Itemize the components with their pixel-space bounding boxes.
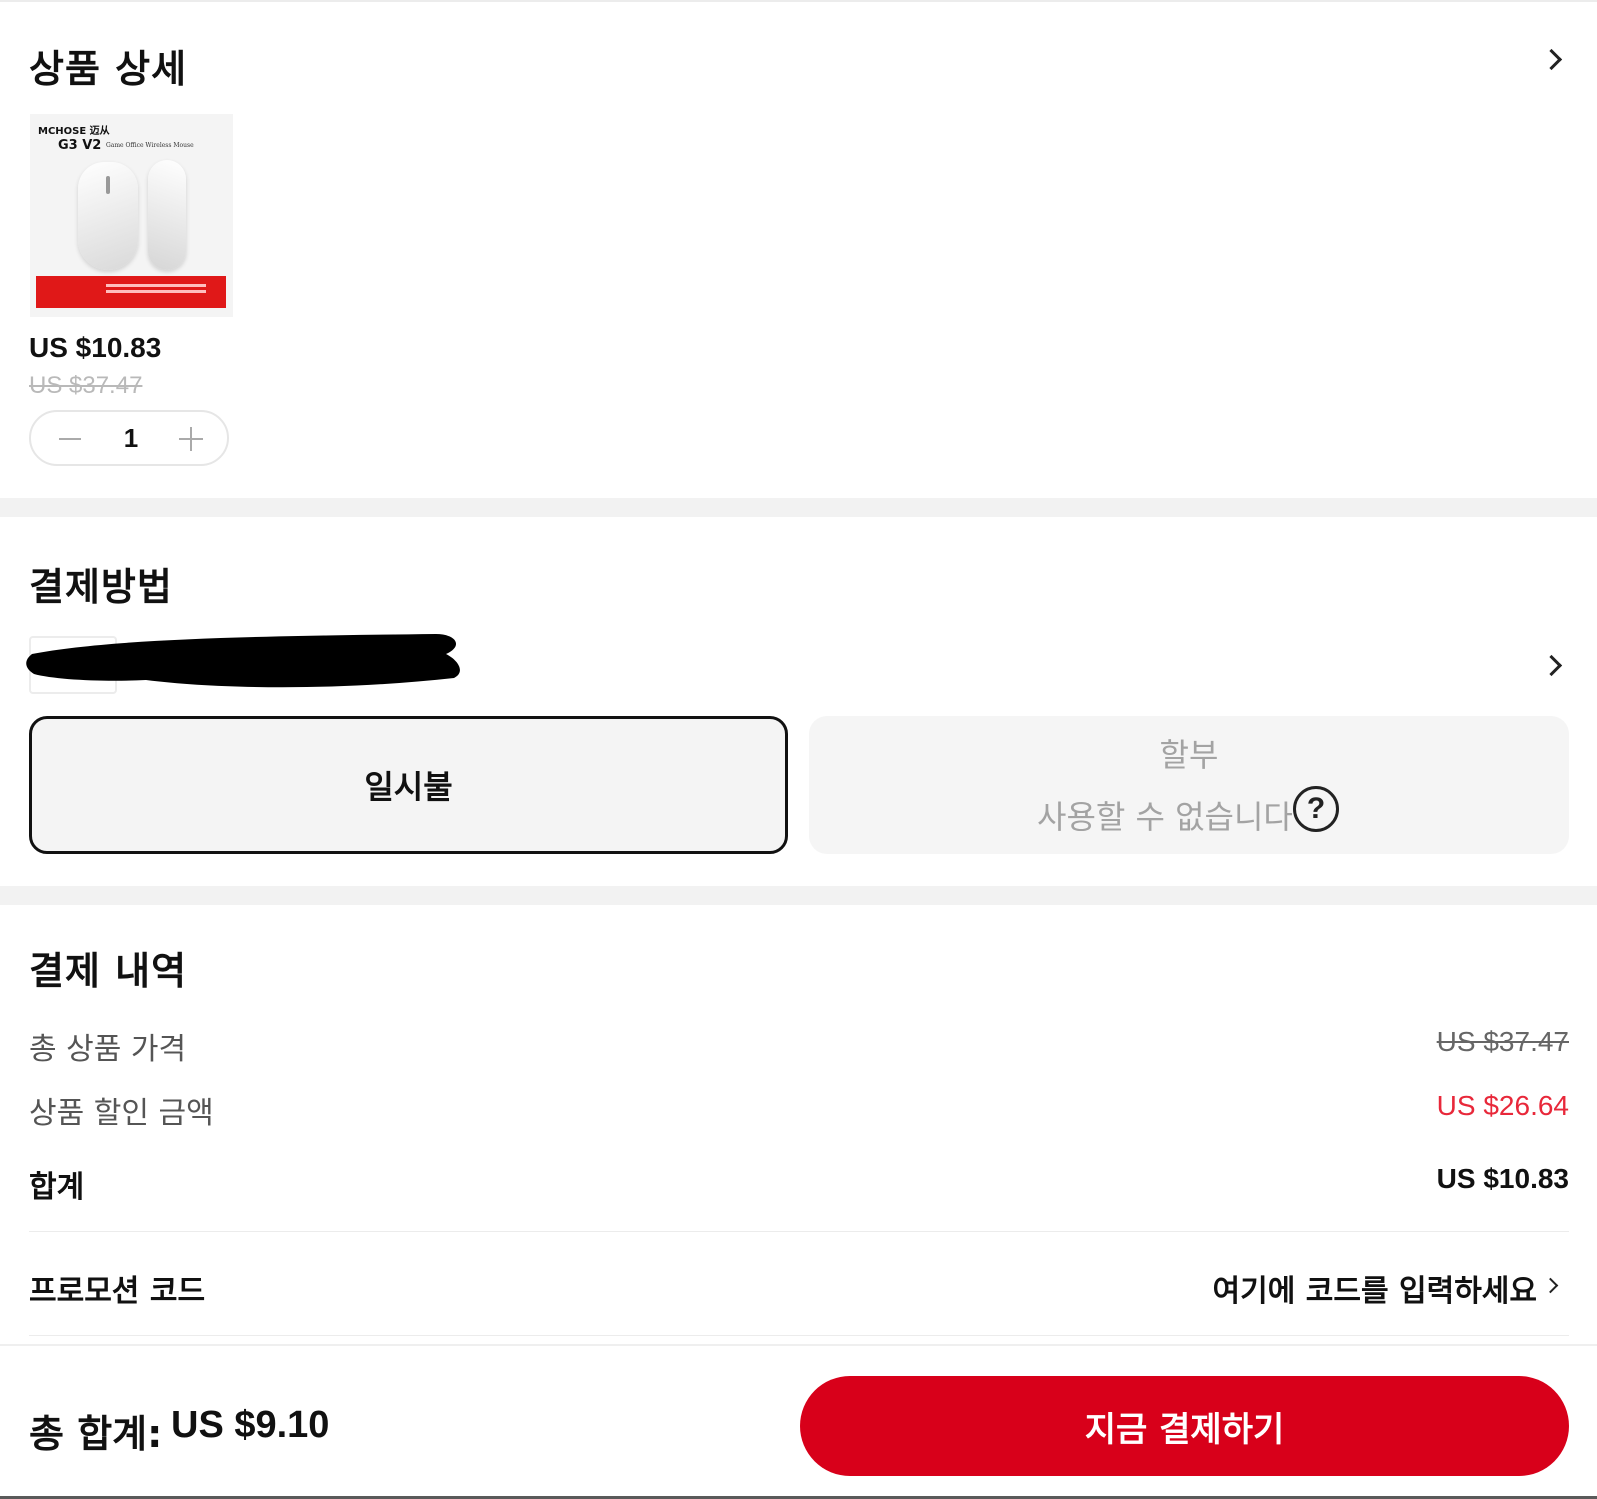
feature-strip <box>36 276 226 308</box>
product-image-subtitle: Game Office Wireless Mouse <box>106 142 194 149</box>
footer-divider <box>0 1344 1597 1346</box>
quantity-value: 1 <box>123 423 139 453</box>
divider <box>29 1231 1569 1232</box>
chevron-right-icon-payment[interactable] <box>1540 654 1563 677</box>
chevron-right-icon-promo[interactable] <box>1542 1277 1559 1294</box>
product-image[interactable]: MCHOSE 迈从 G3 V2 Game Office Wireless Mou… <box>30 114 233 317</box>
subtotal-label: 합계 <box>29 1170 85 1205</box>
payment-section-title: 결제방법 <box>29 565 173 609</box>
discount-label: 상품 할인 금액 <box>29 1096 214 1131</box>
promo-code-label: 프로모션 코드 <box>29 1274 206 1309</box>
grand-total-label: 총 합계: <box>29 1412 163 1456</box>
pay-now-button[interactable]: 지금 결제하기 <box>800 1376 1569 1476</box>
product-section-title: 상품 상세 <box>29 47 188 91</box>
total-product-price-label: 총 상품 가격 <box>29 1032 187 1067</box>
redacted-card-info <box>26 634 460 688</box>
minus-icon[interactable] <box>59 438 81 440</box>
summary-section-title: 결제 내역 <box>29 949 188 993</box>
lump-sum-option[interactable]: 일시불 <box>29 716 788 854</box>
product-original-price: US $37.47 <box>29 372 143 399</box>
mouse-side-graphic <box>148 160 186 270</box>
plus-icon-vertical[interactable] <box>190 427 192 451</box>
promo-code-input-link[interactable]: 여기에 코드를 입력하세요 <box>1213 1266 1538 1310</box>
installment-title: 할부 <box>1159 736 1219 774</box>
grand-total-value: US $9.10 <box>171 1404 330 1446</box>
section-separator <box>0 498 1597 517</box>
chevron-right-icon[interactable] <box>1540 48 1563 71</box>
discount-value: US $26.64 <box>1436 1090 1569 1121</box>
product-image-brand: MCHOSE 迈从 <box>38 126 110 137</box>
installment-option[interactable]: 할부 사용할 수 없습니다 ? <box>809 716 1569 854</box>
subtotal-value: US $10.83 <box>1436 1163 1569 1194</box>
quantity-stepper: 1 <box>29 410 229 466</box>
divider-2 <box>29 1335 1569 1336</box>
installment-unavailable-text: 사용할 수 없습니다 <box>1037 798 1293 836</box>
top-divider <box>0 0 1597 2</box>
help-icon[interactable]: ? <box>1293 786 1339 832</box>
product-price: US $10.83 <box>29 332 162 363</box>
lump-sum-label: 일시불 <box>364 768 453 806</box>
total-product-price-value: US $37.47 <box>1436 1026 1569 1057</box>
product-image-model: G3 V2 <box>58 138 102 153</box>
mouse-front-graphic <box>78 162 138 270</box>
section-separator-2 <box>0 886 1597 905</box>
